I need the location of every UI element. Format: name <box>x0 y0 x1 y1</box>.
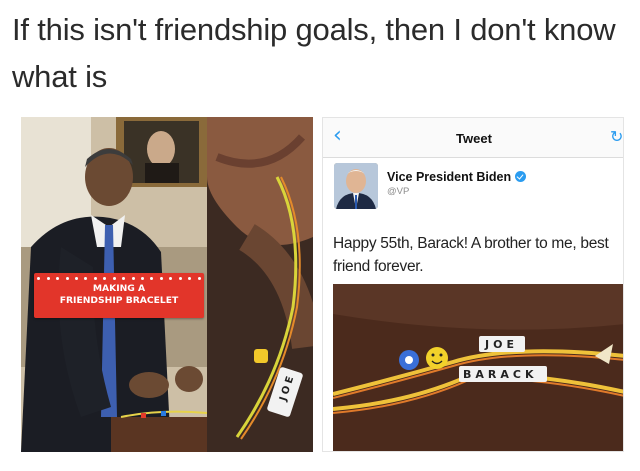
tweet-user-name[interactable]: Vice President Biden <box>387 170 527 184</box>
banner-text: MAKING A FRIENDSHIP BRACELET <box>59 283 179 306</box>
verified-icon <box>515 171 527 182</box>
bracelets-photo: JOE BARACK <box>333 284 623 451</box>
bracelet-beads-barack: BARACK <box>463 368 537 381</box>
tweet-nav-title: Tweet <box>456 131 492 146</box>
closeup-scene <box>207 117 313 452</box>
meme-caption: If this isn't friendship goals, then I d… <box>12 12 616 94</box>
making-bracelet-banner: MAKING A FRIENDSHIP BRACELET <box>34 273 204 318</box>
banner-dots <box>34 275 204 281</box>
refresh-icon[interactable]: ↻ <box>610 127 623 146</box>
photo-making-bracelet: MAKING A FRIENDSHIP BRACELET <box>21 117 207 452</box>
tweet-screenshot: ‹ Tweet ↻ Vice President Biden @VP Happy… <box>322 117 624 452</box>
avatar[interactable] <box>334 163 378 209</box>
tweet-navbar: ‹ Tweet ↻ <box>323 118 623 158</box>
bracelet-beads-joe: JOE <box>484 338 518 351</box>
avatar-portrait <box>334 163 378 209</box>
user-name-text: Vice President Biden <box>387 170 512 184</box>
tweet-text: Happy 55th, Barack! A brother to me, bes… <box>333 235 609 275</box>
photo-bracelet-closeup: JOE <box>207 117 313 452</box>
tweet-user-handle[interactable]: @VP <box>387 186 409 197</box>
tweet-photo-bracelets[interactable]: JOE BARACK <box>333 284 623 451</box>
